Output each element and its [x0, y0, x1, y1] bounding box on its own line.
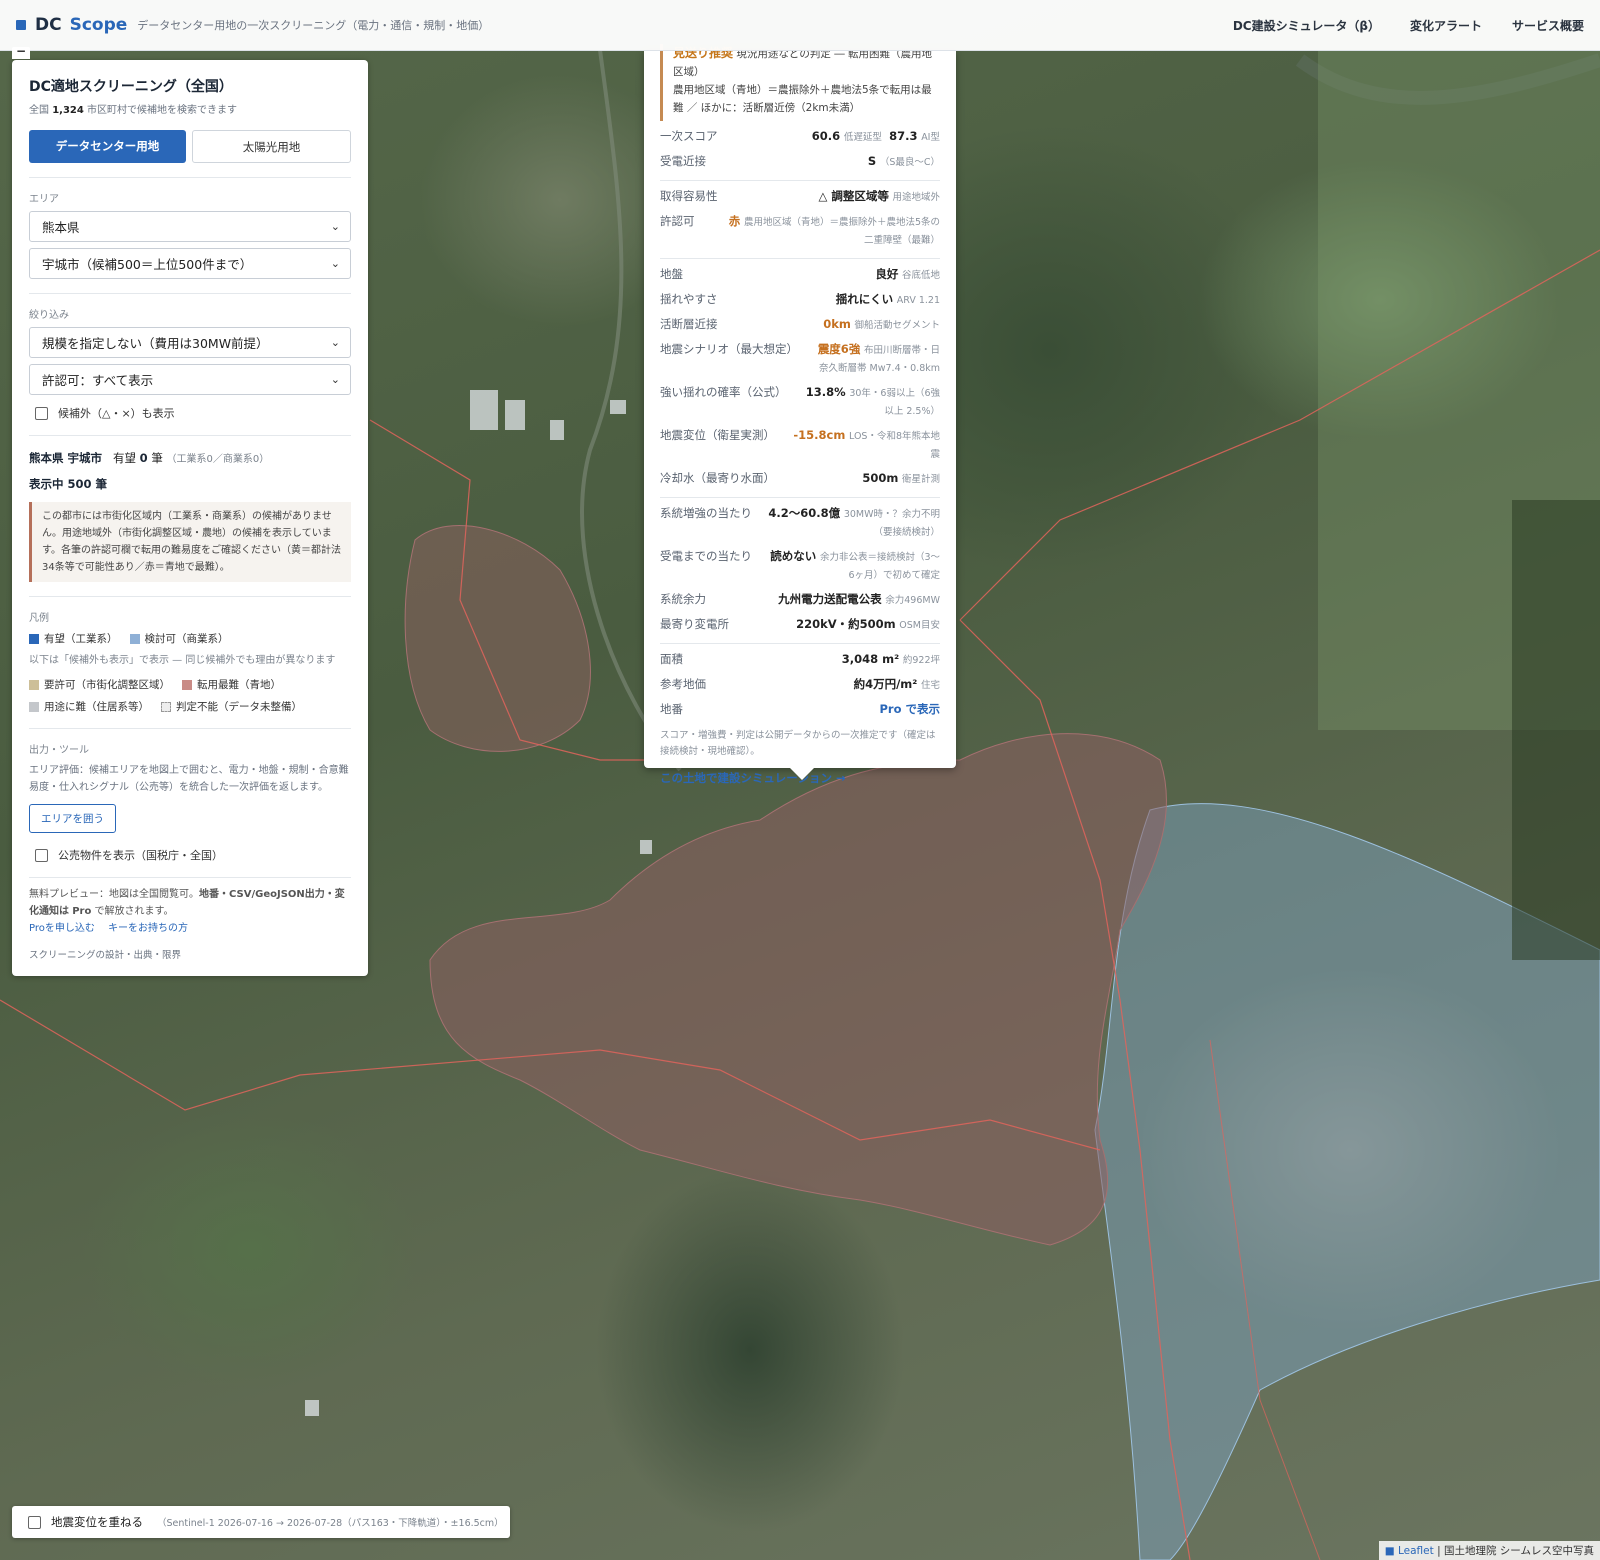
- legend: 用途に難（住居系等） 判定不能（データ未整備）: [29, 699, 351, 714]
- imagery-tile: [1512, 500, 1600, 960]
- checkbox-icon[interactable]: [28, 1515, 41, 1529]
- brand-logo-icon: [16, 20, 26, 30]
- nav-simulator[interactable]: DC建設シミュレータ（β）: [1233, 17, 1380, 34]
- area-label: エリア: [29, 194, 59, 205]
- quake-row: 地震シナリオ（最大想定） 震度6強 布田川断層帯・日奈久断層帯 Mw7.4・0.…: [660, 342, 940, 374]
- legend-permit-required: 要許可（市街化調整区域）: [29, 677, 170, 692]
- deformation-overlay-control[interactable]: 地震変位を重ねる （Sentinel-1 2026-07-16 → 2026-0…: [12, 1506, 510, 1538]
- shake-row: 揺れやすさ 揺れにくい ARV 1.21: [660, 292, 940, 306]
- pro-apply-link[interactable]: Proを申し込む: [29, 923, 95, 934]
- warning-box: 見送り推奨 現況用途などの判定 ― 転用困難（農用地区域） 農用地区域（青地）＝…: [660, 44, 940, 121]
- lot-row: 地番 Pro で表示: [660, 702, 940, 716]
- showing-count: 表示中 500 筆: [29, 477, 108, 491]
- tools-description: エリア評価：候補エリアを地図上で囲むと、電力・地盤・規制・合意難易度・仕入れシグ…: [29, 765, 349, 793]
- ground-row: 地盤 良好 谷底低地: [660, 267, 940, 281]
- legend: 有望（工業系） 検討可（商業系）: [29, 631, 351, 646]
- legend-conversion-hard: 転用最難（青地）: [182, 677, 281, 692]
- panel-minimize-button[interactable]: −: [12, 45, 30, 59]
- legend: 要許可（市街化調整区域） 転用最難（青地）: [29, 677, 351, 692]
- chevron-down-icon: ⌄: [330, 257, 340, 270]
- popup-pointer: [790, 768, 814, 780]
- permit-row: 許認可 赤 農用地区域（青地）＝農振除外＋農地法5条の二重障壁（最難）: [660, 214, 940, 246]
- chevron-down-icon: ⌄: [330, 336, 340, 349]
- show-excluded-checkbox[interactable]: 候補外（△・×）も表示: [29, 405, 351, 421]
- screening-panel: DC適地スクリーニング（全国） 全国 1,324 市区町村で候補地を検索できます…: [12, 60, 368, 976]
- nav-alerts[interactable]: 変化アラート: [1410, 17, 1482, 34]
- methodology-link[interactable]: スクリーニングの設計・出典・限界: [29, 947, 351, 961]
- recv-row: 受電までの当たり 読めない 余力非公表＝接続検討（3〜6ヶ月）で初めて確定: [660, 549, 940, 581]
- brand-scope[interactable]: Scope: [70, 15, 128, 35]
- leaflet-link[interactable]: ■ Leaflet: [1385, 1545, 1434, 1557]
- top-bar: DC Scope データセンター用地の一次スクリーニング（電力・通信・規制・地価…: [0, 0, 1600, 51]
- panel-title: DC適地スクリーニング（全国）: [29, 79, 233, 95]
- map-attribution: ■ Leaflet | 国土地理院 シームレス空中写真: [1378, 1541, 1600, 1560]
- pro-info: 無料プレビュー：地図は全国閲覧可。地番・CSV/GeoJSON出力・変化通知は …: [29, 889, 345, 934]
- notice-box: この都市には市街化区域内（工業系・商業系）の候補がありません。用途地域外（市街化…: [29, 502, 351, 582]
- pro-key-link[interactable]: キーをお持ちの方: [108, 923, 188, 934]
- deform-row: 地震変位（衛星実測） -15.8cm LOS・令和8年熊本地震: [660, 428, 940, 460]
- nav-overview[interactable]: サービス概要: [1512, 17, 1584, 34]
- legend-industrial: 有望（工業系）: [29, 631, 118, 646]
- legend-label: 凡例: [29, 613, 49, 624]
- capacity-row: 系統余力 九州電力送配電公表 余力496MW: [660, 592, 940, 606]
- panel-subtitle: 全国 1,324 市区町村で候補地を検索できます: [29, 105, 238, 116]
- acquire-row: 取得容易性 △ 調整区域等 用途地域外: [660, 189, 940, 203]
- tools-label: 出力・ツール: [29, 745, 89, 756]
- city-select[interactable]: 宇城市（候補500＝上位500件まで） ⌄: [29, 248, 351, 279]
- fault-row: 活断層近接 0km 御船活動セグメント: [660, 317, 940, 331]
- city-summary: 熊本県 宇城市 有望 0 筆 （工業系0／商業系0）: [29, 451, 270, 465]
- public-sale-checkbox[interactable]: 公売物件を表示（国税庁・全国）: [29, 847, 351, 863]
- price-row: 参考地価 約4万円/m² 住宅: [660, 677, 940, 691]
- mode-datacenter-button[interactable]: データセンター用地: [29, 130, 186, 163]
- candidate-polygon-red[interactable]: [404, 525, 591, 752]
- legend-note: 以下は「候補外も表示」で表示 — 同じ候補外でも理由が異なります: [29, 655, 336, 666]
- candidate-polygon-red[interactable]: [429, 733, 1167, 1246]
- mode-toggle: データセンター用地 太陽光用地: [29, 130, 351, 163]
- brand-dc[interactable]: DC: [35, 15, 62, 35]
- lot-pro-link[interactable]: Pro で表示: [879, 702, 940, 716]
- legend-residential: 用途に難（住居系等）: [29, 699, 149, 714]
- permit-select[interactable]: 許認可：すべて表示 ⌄: [29, 364, 351, 395]
- top-nav: DC建設シミュレータ（β） 変化アラート サービス概要: [1233, 17, 1584, 34]
- overlay-label: 地震変位を重ねる: [51, 1515, 143, 1529]
- legend-undetermined: 判定不能（データ未整備）: [161, 699, 302, 714]
- scale-select[interactable]: 規模を指定しない（費用は30MW前提） ⌄: [29, 327, 351, 358]
- parcel-popup: 見送り推奨 現況用途などの判定 ― 転用困難（農用地区域） 農用地区域（青地）＝…: [644, 44, 956, 785]
- chevron-down-icon: ⌄: [330, 373, 340, 386]
- substation-row: 受電近接 S （S最良〜C）: [660, 154, 940, 168]
- nearest-substation-row: 最寄り変電所 220kV・約500m OSM目安: [660, 617, 940, 631]
- checkbox-icon[interactable]: [35, 848, 48, 862]
- popup-note: スコア・増強費・判定は公開データからの一次推定です（確定は接続検討・現地確認）。: [660, 730, 936, 757]
- filter-label: 絞り込み: [29, 310, 69, 321]
- grid-row: 系統増強の当たり 4.2〜60.8億 30MW時・？余力不明（要接続検討）: [660, 506, 940, 538]
- prob-row: 強い揺れの確率（公式） 13.8% 30年・6弱以上（6強以上 2.5%）: [660, 385, 940, 417]
- area-row: 面積 3,048 m² 約922坪: [660, 652, 940, 666]
- overlay-detail: （Sentinel-1 2026-07-16 → 2026-07-28（パス16…: [157, 1518, 504, 1529]
- legend-commercial: 検討可（商業系）: [129, 631, 229, 646]
- mode-solar-button[interactable]: 太陽光用地: [192, 130, 351, 163]
- score-row: 一次スコア 60.6 低遅延型 87.3 AI型: [660, 129, 940, 143]
- checkbox-icon[interactable]: [35, 406, 48, 420]
- enclose-area-button[interactable]: エリアを囲う: [29, 804, 116, 833]
- prefecture-select[interactable]: 熊本県 ⌄: [29, 211, 351, 242]
- brand-tagline: データセンター用地の一次スクリーニング（電力・通信・規制・地価）: [137, 19, 490, 32]
- water-row: 冷却水（最寄り水面） 500m 衛星計測: [660, 471, 940, 485]
- chevron-down-icon: ⌄: [330, 220, 340, 233]
